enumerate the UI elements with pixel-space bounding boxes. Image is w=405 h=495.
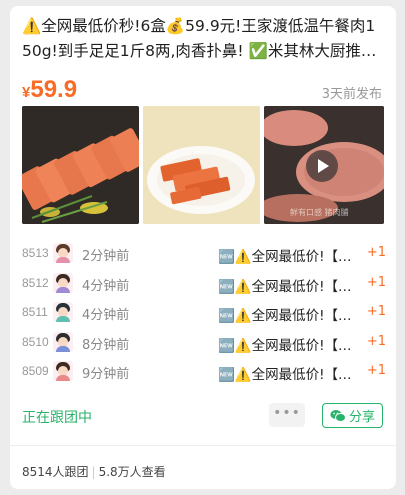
follower-item-text: 🆕⚠️全网最低价!【王家渡午餐肉】 <box>218 278 358 295</box>
share-button[interactable]: 分享 <box>322 403 383 428</box>
stats-separator: | <box>91 465 96 479</box>
wechat-icon <box>330 409 346 422</box>
stats: 8514人跟团 | 5.8万人查看 <box>22 463 166 480</box>
share-label: 分享 <box>348 410 375 425</box>
follower-time: 9分钟前 <box>82 367 130 382</box>
photo-1-illustration <box>22 106 139 224</box>
follower-list: 8513 2分钟前 🆕⚠️全网最低价!【王家渡午餐肉】 +1 8512 4分钟前 🆕⚠️全网… <box>22 240 386 388</box>
divider <box>10 445 396 446</box>
avatar[interactable] <box>53 331 73 352</box>
follower-time: 4分钟前 <box>82 308 130 323</box>
price-value: 59.9 <box>30 76 78 103</box>
follower-row[interactable]: 8510 8分钟前 🆕⚠️全网最低价!【王家渡午餐肉】 +1 <box>22 329 386 359</box>
photo-watermark: 鲜有口感 猪肉脯 <box>290 208 349 217</box>
post-title[interactable]: ⚠️全网最低价秒!6盒💰59.9元!王家渡低温午餐肉150g!到手足足1斤8两,… <box>22 14 384 64</box>
follower-quantity: +1 <box>366 304 386 319</box>
follower-item-text: 🆕⚠️全网最低价!【王家渡午餐肉】 <box>218 337 358 354</box>
photo-gallery: 鲜有口感 猪肉脯 <box>22 106 384 224</box>
follower-number: 8513 <box>22 246 49 260</box>
photo-luncheon-meat-slices[interactable] <box>22 106 139 224</box>
follower-row[interactable]: 8512 4分钟前 🆕⚠️全网最低价!【王家渡午餐肉】 +1 <box>22 270 386 300</box>
follower-row[interactable]: 8513 2分钟前 🆕⚠️全网最低价!【王家渡午餐肉】 +1 <box>22 240 386 270</box>
photo-grilled-slices[interactable] <box>143 106 260 224</box>
follower-quantity: +1 <box>366 363 386 378</box>
follower-item-text: 🆕⚠️全网最低价!【王家渡午餐肉】 <box>218 367 358 383</box>
follower-number: 8509 <box>22 364 49 378</box>
follower-number: 8510 <box>22 334 49 349</box>
avatar-body <box>56 345 70 352</box>
follower-row[interactable]: 8511 4分钟前 🆕⚠️全网最低价!【王家渡午餐肉】 +1 <box>22 299 386 329</box>
follower-number: 8512 <box>22 275 49 290</box>
follower-time: 2分钟前 <box>82 249 130 264</box>
photo-video-thumbnail[interactable]: 鲜有口感 猪肉脯 <box>264 106 384 224</box>
joined-count: 8514人跟团 <box>22 465 89 479</box>
avatar-body <box>56 286 70 293</box>
follower-quantity: +1 <box>366 274 386 290</box>
following-status: 正在跟团中 <box>22 410 92 426</box>
follower-item-text: 🆕⚠️全网最低价!【王家渡午餐肉】 <box>218 308 358 324</box>
avatar[interactable] <box>53 361 73 381</box>
follower-time: 4分钟前 <box>82 278 130 294</box>
avatar-body <box>56 375 70 381</box>
avatar[interactable] <box>53 243 73 263</box>
price: ¥59.9 <box>22 76 77 104</box>
avatar-body <box>56 316 70 322</box>
follower-row[interactable]: 8509 9分钟前 🆕⚠️全网最低价!【王家渡午餐肉】 +1 <box>22 358 386 388</box>
follower-time: 8分钟前 <box>82 337 130 353</box>
group-buy-card[interactable]: ⚠️全网最低价秒!6盒💰59.9元!王家渡低温午餐肉150g!到手足足1斤8两,… <box>10 6 396 489</box>
post-time: 3天前发布 <box>321 87 382 102</box>
avatar[interactable] <box>53 302 73 322</box>
more-button[interactable]: ••• <box>269 403 305 427</box>
avatar-body <box>56 257 70 263</box>
follower-item-text: 🆕⚠️全网最低价!【王家渡午餐肉】 <box>218 249 358 265</box>
follower-number: 8511 <box>22 305 48 319</box>
follower-quantity: +1 <box>366 333 386 349</box>
play-icon[interactable] <box>306 150 338 182</box>
follower-quantity: +1 <box>366 245 386 260</box>
avatar[interactable] <box>53 272 73 293</box>
view-count: 5.8万人查看 <box>98 465 166 479</box>
photo-2-illustration <box>143 106 260 224</box>
